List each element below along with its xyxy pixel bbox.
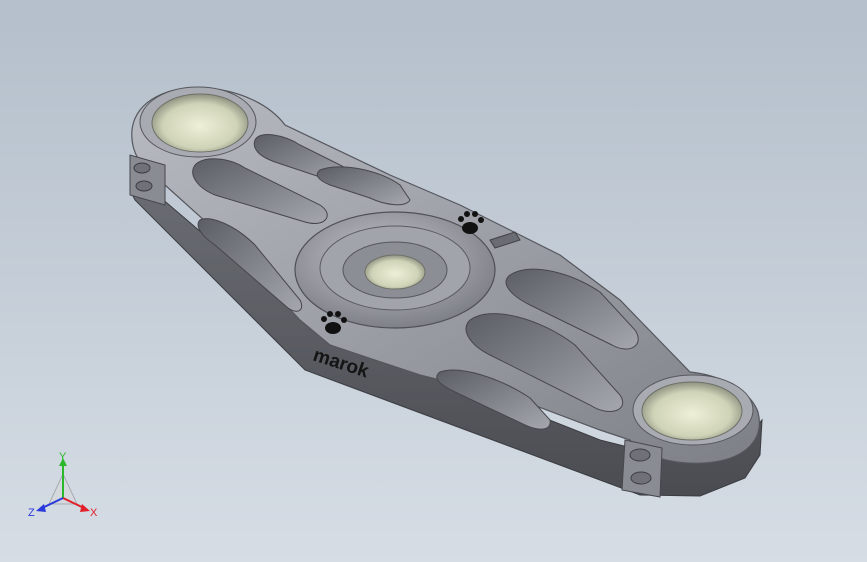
left-fork-bore [151, 93, 249, 153]
z-axis-arrow [36, 504, 46, 512]
triad-x-label: X [90, 507, 98, 519]
left-clamp-screw-2 [135, 180, 153, 192]
left-clamp-screw-1 [133, 162, 151, 174]
stem-bore [364, 254, 426, 290]
right-clamp-screw-2 [630, 471, 652, 485]
right-fork-bore [641, 381, 743, 441]
right-clamp-end [621, 439, 663, 498]
right-clamp-screw-1 [629, 448, 651, 462]
triad-z-label: Z [28, 507, 35, 519]
triple-clamp-part[interactable]: marok [129, 86, 763, 498]
view-triad[interactable]: Y X Z [28, 451, 98, 519]
triad-y-label: Y [59, 451, 67, 463]
graphics-viewport[interactable]: marok Y X Z [0, 0, 867, 562]
x-axis-arrow [80, 504, 90, 512]
model-render[interactable]: marok Y X Z [0, 0, 867, 562]
